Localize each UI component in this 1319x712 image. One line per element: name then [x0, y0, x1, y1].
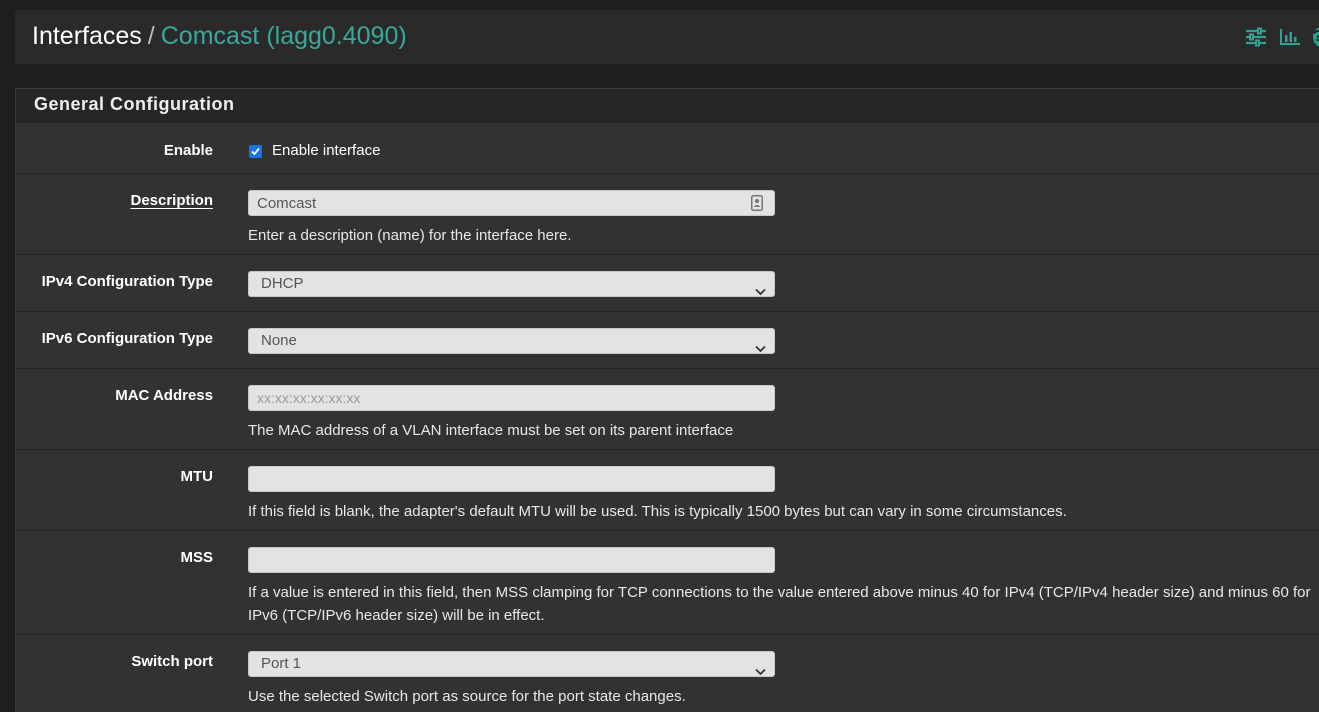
row-description: Description Enter a description (name) f… — [16, 173, 1319, 254]
mac-address-input[interactable] — [257, 386, 737, 410]
panel-title: General Configuration — [34, 94, 235, 114]
mac-address-help: The MAC address of a VLAN interface must… — [248, 422, 734, 439]
mtu-label: MTU — [180, 468, 214, 485]
panel-heading: General Configuration — [16, 89, 1319, 123]
help-icon[interactable]: ? — [1313, 26, 1319, 48]
row-mtu: MTU If this field is blank, the adapter'… — [16, 449, 1319, 530]
mac-address-field[interactable] — [248, 385, 775, 411]
row-ipv6: IPv6 Configuration Type None — [16, 311, 1319, 368]
description-field[interactable] — [248, 190, 775, 216]
breadcrumb-current[interactable]: Comcast (lagg0.4090) — [161, 22, 407, 50]
sliders-icon[interactable] — [1245, 27, 1267, 47]
ipv6-config-type-select[interactable]: None — [248, 328, 775, 354]
breadcrumb: Interfaces / Comcast (lagg0.4090) — [32, 10, 407, 64]
page: Interfaces / Comcast (lagg0.4090) Genera… — [0, 0, 1319, 712]
ipv4-config-type-label: IPv4 Configuration Type — [41, 273, 213, 290]
switch-port-label: Switch port — [131, 653, 213, 670]
row-switch-port: Switch port Port 1 Use the selected Swit… — [16, 634, 1319, 712]
mss-input[interactable] — [257, 548, 737, 572]
bar-chart-icon[interactable] — [1279, 28, 1301, 46]
page-header: Interfaces / Comcast (lagg0.4090) — [15, 10, 1319, 64]
mac-address-label: MAC Address — [115, 387, 213, 404]
enable-label: Enable — [163, 142, 213, 159]
row-mac-address: MAC Address The MAC address of a VLAN in… — [16, 368, 1319, 449]
chevron-down-icon — [755, 280, 766, 304]
switch-port-select[interactable]: Port 1 — [248, 651, 775, 677]
row-enable: Enable Enable interface — [16, 122, 1319, 173]
description-input[interactable] — [257, 191, 737, 215]
ipv6-config-type-label: IPv6 Configuration Type — [41, 330, 213, 347]
breadcrumb-separator: / — [147, 22, 155, 50]
description-help: Enter a description (name) for the inter… — [248, 227, 572, 244]
checkmark-icon — [251, 147, 260, 156]
enable-checkbox[interactable] — [249, 145, 262, 158]
switch-port-help: Use the selected Switch port as source f… — [248, 688, 686, 705]
mtu-input[interactable] — [257, 467, 737, 491]
chevron-down-icon — [755, 660, 766, 684]
chevron-down-icon — [755, 337, 766, 361]
general-configuration-panel: General Configuration Enable Enable inte… — [15, 88, 1319, 712]
ipv6-config-type-value: None — [261, 332, 297, 349]
contact-card-icon — [751, 195, 763, 219]
ipv4-config-type-value: DHCP — [261, 275, 304, 292]
ipv4-config-type-select[interactable]: DHCP — [248, 271, 775, 297]
mss-label: MSS — [180, 549, 213, 566]
mtu-field[interactable] — [248, 466, 775, 492]
description-label[interactable]: Description — [130, 192, 213, 209]
row-mss: MSS If a value is entered in this field,… — [16, 530, 1319, 634]
enable-checkbox-label[interactable]: Enable interface — [272, 142, 380, 159]
mtu-help: If this field is blank, the adapter's de… — [248, 503, 1067, 520]
row-ipv4: IPv4 Configuration Type DHCP — [16, 254, 1319, 311]
mss-field[interactable] — [248, 547, 775, 573]
header-icons: ? — [1245, 10, 1319, 64]
switch-port-value: Port 1 — [261, 655, 302, 672]
breadcrumb-interfaces-link[interactable]: Interfaces — [32, 22, 142, 50]
mss-help: If a value is entered in this field, the… — [248, 584, 1311, 624]
